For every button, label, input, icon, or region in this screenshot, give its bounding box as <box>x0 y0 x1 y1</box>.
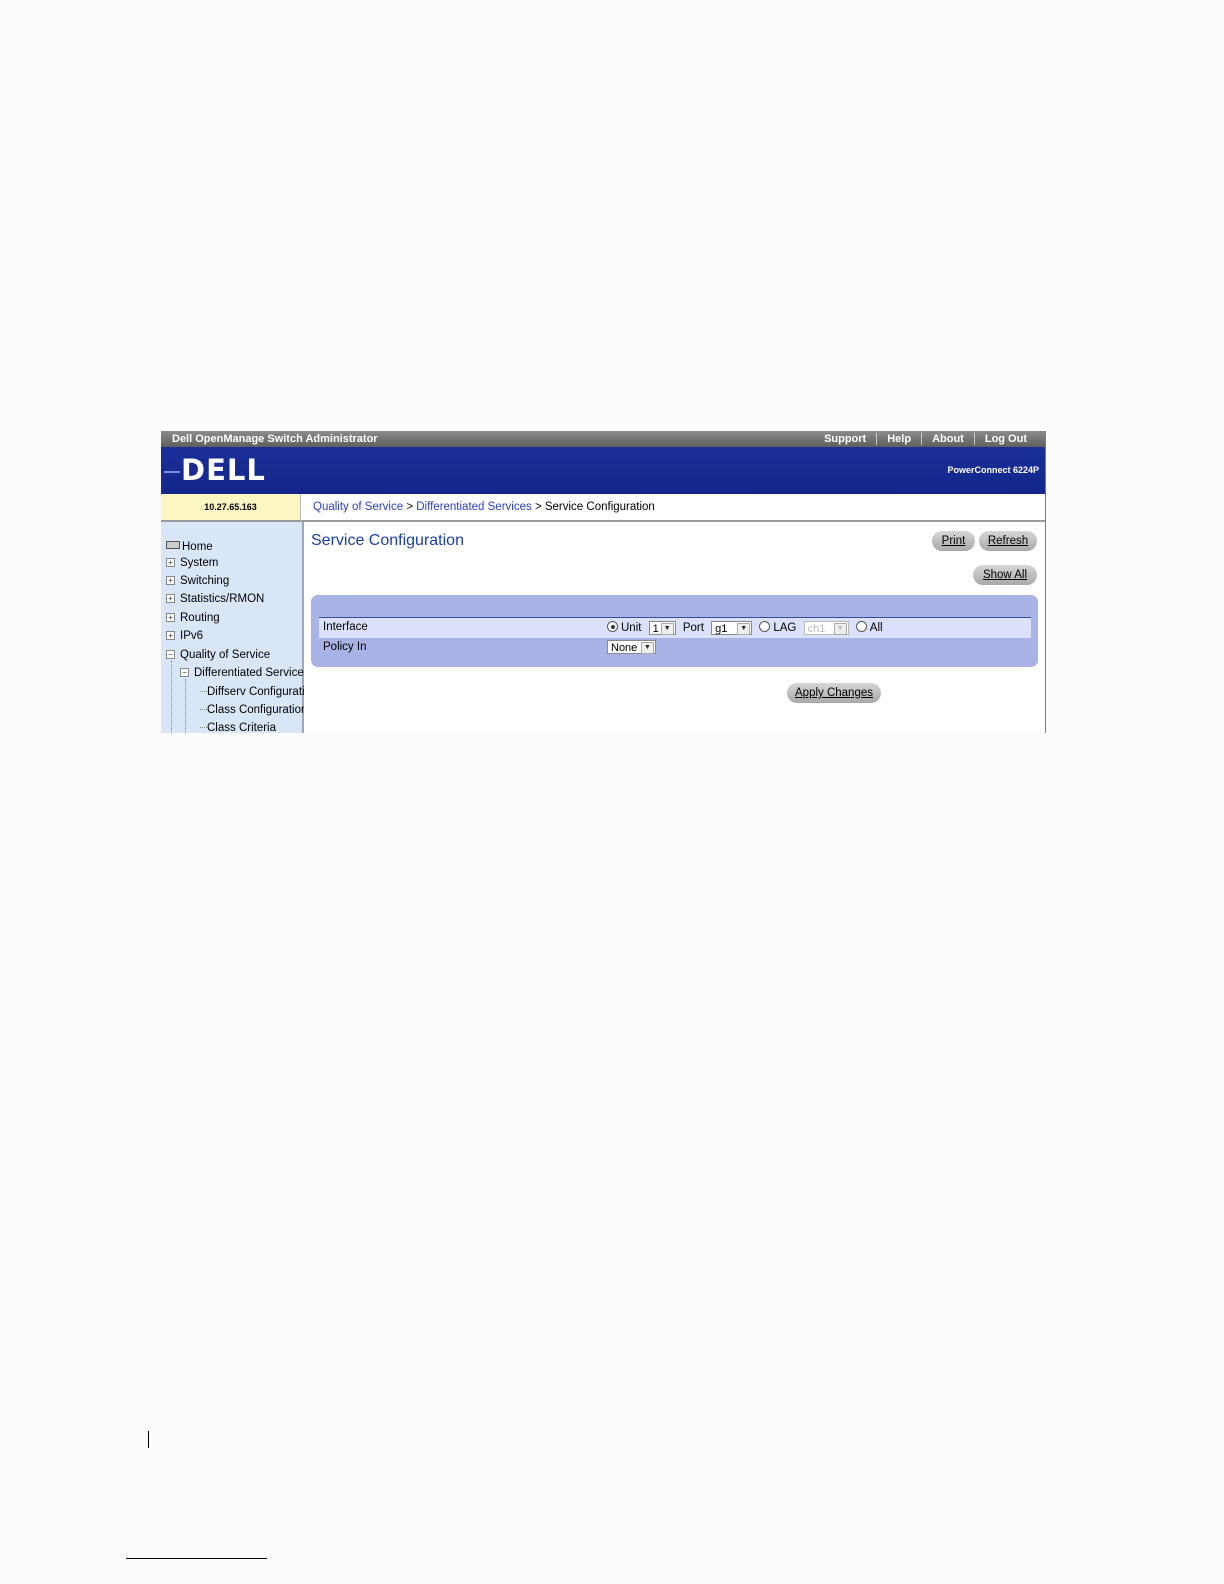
sidebar-item-label: System <box>180 557 219 569</box>
sidebar-item-routing[interactable]: + Routing <box>166 611 220 625</box>
sidebar-item-class-configuration[interactable]: Class Configuration <box>207 703 307 717</box>
collapse-icon[interactable]: − <box>166 650 175 659</box>
help-link[interactable]: Help <box>876 433 921 445</box>
refresh-button[interactable]: Refresh <box>979 531 1037 551</box>
form-panel: Interface Unit 1 ▼ Port g1 ▼ LAG ch1 ▼ All … <box>311 595 1038 667</box>
policy-in-select-value: None <box>611 642 638 654</box>
breadcrumb-quality-of-service[interactable]: Quality of Service <box>313 501 403 513</box>
tree-branch <box>200 691 207 692</box>
sidebar-item-label: Quality of Service <box>180 649 271 661</box>
interface-label: Interface <box>323 621 368 633</box>
expand-icon[interactable]: + <box>166 631 175 640</box>
logout-link[interactable]: Log Out <box>973 433 1037 445</box>
about-link[interactable]: About <box>921 433 974 445</box>
top-bar: Dell OpenManage Switch Administrator Sup… <box>161 431 1045 447</box>
logo-swoosh <box>164 471 180 473</box>
interface-controls: Unit 1 ▼ Port g1 ▼ LAG ch1 ▼ All <box>607 621 883 635</box>
breadcrumb-current: Service Configuration <box>544 501 655 513</box>
chevron-down-icon: ▼ <box>833 623 847 635</box>
sidebar-item-quality-of-service[interactable]: − Quality of Service <box>166 648 270 662</box>
breadcrumb-separator: > <box>534 501 542 513</box>
model-name: PowerConnect 6224P <box>947 465 1039 475</box>
tree-branch <box>200 709 207 710</box>
sidebar-item-label: Differentiated Services <box>194 667 310 679</box>
top-links: Support Help About Log Out <box>814 433 1037 445</box>
tree-line <box>185 679 186 733</box>
sidebar-item-ipv6[interactable]: + IPv6 <box>166 629 203 643</box>
support-link[interactable]: Support <box>814 433 876 445</box>
breadcrumb-separator: > <box>406 501 414 513</box>
sidebar-item-label: IPv6 <box>180 630 204 642</box>
chevron-down-icon: ▼ <box>660 623 674 635</box>
sidebar-item-label: Statistics/RMON <box>180 593 265 605</box>
apply-changes-button[interactable]: Apply Changes <box>787 683 881 703</box>
expand-icon[interactable]: + <box>166 594 175 603</box>
lag-label: LAG <box>773 622 797 635</box>
show-all-button[interactable]: Show All <box>973 565 1037 585</box>
lag-select-value: ch1 <box>807 623 826 635</box>
footnote-rule <box>126 1558 267 1559</box>
sidebar-item-switching[interactable]: + Switching <box>166 574 229 588</box>
port-select[interactable]: g1 ▼ <box>711 621 753 635</box>
app-title: Dell OpenManage Switch Administrator <box>172 433 378 445</box>
print-button[interactable]: Print <box>932 531 975 551</box>
breadcrumb-differentiated-services[interactable]: Differentiated Services <box>416 501 531 513</box>
sidebar: Home + System + Switching + Statistics/RMON… <box>161 522 311 733</box>
chevron-down-icon: ▼ <box>737 623 751 635</box>
home-icon <box>166 541 180 549</box>
banner: DELL PowerConnect 6224P <box>161 447 1045 494</box>
expand-icon[interactable]: + <box>166 613 175 622</box>
dell-logo: DELL <box>181 453 266 487</box>
sidebar-item-system[interactable]: + System <box>166 556 218 570</box>
screenshot-window: Dell OpenManage Switch Administrator Sup… <box>161 431 1046 733</box>
sidebar-item-home[interactable]: Home <box>166 540 213 554</box>
main-content: Service Configuration Print Refresh Show… <box>304 522 1045 733</box>
breadcrumb: Quality of Service > Differentiated Serv… <box>300 494 1045 522</box>
policy-in-select[interactable]: None ▼ <box>607 640 656 654</box>
interface-row: Interface Unit 1 ▼ Port g1 ▼ LAG ch1 ▼ All <box>319 618 1031 638</box>
unit-label: Unit <box>621 622 642 635</box>
chevron-down-icon: ▼ <box>641 642 654 654</box>
lag-radio[interactable] <box>759 621 771 633</box>
sidebar-item-diffserv-configuration[interactable]: Diffserv Configuratio <box>207 685 311 699</box>
policy-in-row: Policy In None ▼ <box>319 638 1031 658</box>
sidebar-item-statistics-rmon[interactable]: + Statistics/RMON <box>166 592 264 606</box>
expand-icon[interactable]: + <box>166 558 175 567</box>
sidebar-item-label: Switching <box>180 575 230 587</box>
tree-branch <box>200 727 207 728</box>
collapse-icon[interactable]: − <box>180 668 189 677</box>
all-radio[interactable] <box>855 621 867 633</box>
unit-select[interactable]: 1 ▼ <box>648 621 676 635</box>
policy-in-label: Policy In <box>323 641 367 653</box>
policy-in-control: None ▼ <box>607 640 656 654</box>
unit-radio[interactable] <box>607 621 618 633</box>
port-label: Port <box>682 622 704 635</box>
sidebar-item-differentiated-services[interactable]: − Differentiated Services <box>180 666 309 680</box>
all-label: All <box>869 622 883 635</box>
margin-bar <box>148 1431 149 1448</box>
sidebar-item-class-criteria[interactable]: Class Criteria <box>207 721 276 733</box>
ip-address: 10.27.65.163 <box>161 494 300 522</box>
sidebar-item-label: Routing <box>180 612 220 624</box>
lag-select[interactable]: ch1 ▼ <box>803 621 849 635</box>
port-select-value: g1 <box>715 623 728 635</box>
tree-line <box>171 661 172 733</box>
sidebar-item-label: Home <box>182 541 213 553</box>
page-title: Service Configuration <box>311 532 464 549</box>
unit-select-value: 1 <box>652 623 659 635</box>
expand-icon[interactable]: + <box>166 576 175 585</box>
